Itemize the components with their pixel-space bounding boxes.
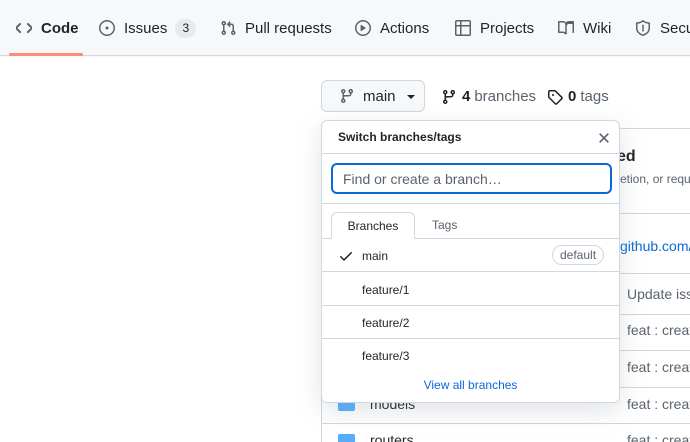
file-name[interactable]: routers [370, 432, 414, 442]
tags-link[interactable]: 0 tags [547, 88, 609, 105]
tab-actions[interactable]: Actions [355, 0, 429, 56]
table-icon [455, 20, 471, 36]
tab-projects-label: Projects [480, 19, 535, 37]
commit-message[interactable]: feat : creat [627, 359, 690, 375]
active-tab-indicator [9, 53, 83, 56]
view-all-branches-link[interactable]: View all branches [322, 378, 619, 392]
issues-count-badge: 3 [175, 18, 197, 38]
branch-name: feature/3 [362, 349, 410, 363]
current-branch-label: main [363, 87, 396, 105]
chevron-down-icon [406, 95, 415, 99]
git-branch-icon [341, 88, 353, 104]
tags-count: 0 [568, 88, 577, 105]
branches-label: branches [474, 88, 537, 105]
shield-icon [636, 20, 650, 36]
tab-code[interactable]: Code [16, 0, 79, 56]
branches-count: 4 [462, 88, 471, 105]
tab-code-label: Code [41, 19, 79, 37]
branch-selector-button[interactable]: main [321, 80, 425, 112]
tab-security[interactable]: Secu [635, 0, 690, 56]
folder-icon [338, 434, 355, 442]
pull-request-icon [221, 20, 236, 36]
branch-search-input[interactable] [331, 163, 612, 194]
repo-nav: Code Issues 3 Pull requests Actions Proj… [0, 0, 690, 56]
issue-icon [99, 20, 115, 36]
branch-name: feature/2 [362, 316, 410, 330]
code-icon [16, 23, 32, 34]
setup-description: etion, or requ [620, 172, 690, 186]
commit-message[interactable]: feat : creat [627, 432, 690, 442]
tags-label: tags [580, 88, 609, 105]
default-branch-badge: default [552, 245, 605, 265]
play-icon [355, 20, 371, 36]
branch-name: main [362, 249, 389, 263]
tab-wiki[interactable]: Wiki [558, 0, 611, 56]
tab-security-label: Secu [660, 19, 690, 37]
branch-name: feature/1 [362, 283, 410, 297]
tag-icon [548, 89, 563, 105]
divider [322, 203, 619, 204]
close-icon[interactable] [598, 131, 610, 143]
tab-actions-label: Actions [380, 19, 430, 37]
book-icon [558, 20, 574, 35]
tab-issues[interactable]: Issues 3 [99, 0, 197, 56]
tab-issues-label: Issues [124, 19, 168, 37]
branch-item-feature-3[interactable]: feature/3 [322, 339, 619, 372]
tab-tags[interactable]: Tags [418, 212, 471, 239]
commit-message[interactable]: feat : creat [627, 322, 690, 338]
branches-link[interactable]: 4 branches [441, 88, 536, 105]
dropdown-title: Switch branches/tags [338, 130, 462, 144]
tab-pull-requests-label: Pull requests [245, 19, 332, 37]
git-branch-icon [443, 89, 455, 104]
tab-wiki-label: Wiki [583, 19, 612, 37]
clone-url-link[interactable]: github.com/ [620, 238, 690, 254]
commit-message[interactable]: Update iss [627, 286, 690, 302]
tab-projects[interactable]: Projects [455, 0, 534, 56]
check-icon [338, 248, 354, 264]
branch-switcher-dropdown: Switch branches/tags Branches Tags main … [321, 120, 620, 403]
dropdown-header: Switch branches/tags [322, 121, 619, 154]
commit-message[interactable]: feat : creat [627, 396, 690, 412]
tab-pull-requests[interactable]: Pull requests [220, 0, 332, 56]
tab-branches[interactable]: Branches [331, 212, 415, 239]
branch-item-feature-1[interactable]: feature/1 [322, 273, 619, 306]
branch-item-feature-2[interactable]: feature/2 [322, 306, 619, 339]
branch-item-main[interactable]: main default [322, 239, 619, 272]
